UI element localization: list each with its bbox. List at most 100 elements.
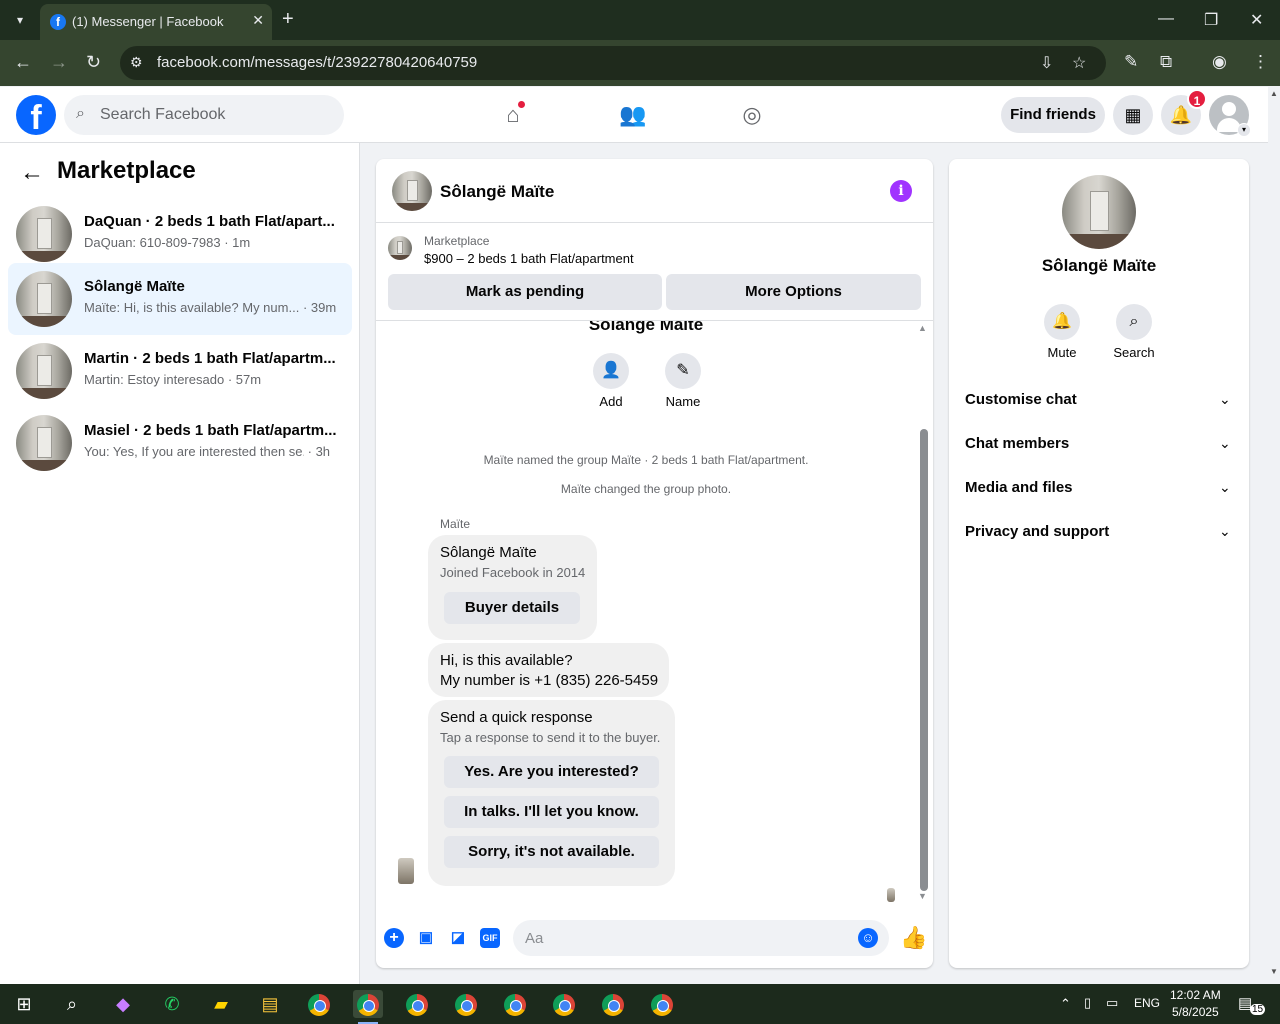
section-title: Customise chat [965,391,1077,408]
chrome-icon-active[interactable] [353,990,383,1024]
window-close-icon[interactable]: ✕ [1250,10,1263,30]
back-icon[interactable]: ← [14,52,32,73]
quick-response-button[interactable]: Yes. Are you interested? [444,756,659,788]
page-scroll-up-icon[interactable]: ▲ [1270,89,1278,98]
search-icon[interactable]: ⌕ [1116,304,1152,340]
tab-close-icon[interactable]: ✕ [252,12,264,29]
chrome-icon[interactable] [647,990,677,1018]
chrome-menu-icon[interactable]: ⋮ [1252,52,1269,72]
message-input-wrapper[interactable]: ☺ [513,920,889,956]
sticky-notes-icon[interactable]: ▰ [206,990,236,1018]
plus-icon[interactable]: + [384,928,404,948]
section-media-and-files[interactable]: Media and files ⌄ [949,467,1249,511]
tab-search-icon[interactable]: ▾ [8,8,32,32]
emoji-icon[interactable]: ☺ [858,928,878,948]
chrome-icon[interactable] [304,990,334,1018]
facebook-logo-icon[interactable]: f [16,95,56,137]
windows-start-icon[interactable]: ⊞ [9,990,39,1018]
mute-bell-icon[interactable]: 🔔 [1044,304,1080,340]
profile-photo[interactable] [1062,175,1136,249]
browser-tab[interactable]: f (1) Messenger | Facebook ✕ [40,4,272,40]
conversation-item-active[interactable]: Sôlangë Maïte Maïte: Hi, is this availab… [8,263,352,335]
reload-icon[interactable]: ↻ [86,52,101,73]
system-message: Maïte changed the group photo. [560,482,732,496]
clock-time[interactable]: 12:02 AM [1170,988,1221,1002]
copilot-icon[interactable]: ◆ [108,990,138,1018]
add-label: Add [599,394,623,409]
extensions-icon[interactable]: ⧉ [1160,52,1172,72]
menu-grid-icon[interactable]: ▦ [1113,95,1153,135]
install-app-icon[interactable]: ⇩ [1040,53,1053,73]
restore-icon[interactable]: ❐ [1204,10,1218,30]
new-tab-icon[interactable]: + [282,8,294,30]
scrollbar-thumb[interactable] [920,429,928,891]
chrome-icon[interactable] [549,990,579,1018]
language-indicator[interactable]: ENG [1134,996,1160,1010]
buyer-details-button[interactable]: Buyer details [444,592,580,624]
file-explorer-icon[interactable]: ▤ [255,990,285,1018]
listing-price[interactable]: $900 – 2 beds 1 bath Flat/apartment [424,251,634,266]
info-icon[interactable]: i [890,180,912,202]
search-input[interactable] [100,95,330,135]
chrome-icon[interactable] [598,990,628,1018]
forward-icon[interactable]: → [50,52,68,73]
thread-scrollbar[interactable]: ▲ ▼ [917,323,931,903]
scroll-down-icon[interactable]: ▼ [918,891,927,901]
conversation-name: DaQuan · 2 beds 1 bath Flat/apart... [84,213,335,230]
conversation-item[interactable]: DaQuan · 2 beds 1 bath Flat/apart... DaQ… [8,198,352,270]
edit-pencil-icon[interactable]: ✎ [665,353,701,389]
add-person-icon[interactable]: 👤 [593,353,629,389]
bookmark-star-icon[interactable]: ☆ [1072,53,1086,73]
home-icon[interactable]: ⌂ [497,99,529,131]
minimize-icon[interactable]: — [1158,10,1174,28]
message-thread[interactable]: Sôlangë Maïte 👤 Add ✎ Name Maïte named t… [376,321,933,906]
conversation-time: · 57m [227,372,262,387]
quick-response-button[interactable]: In talks. I'll let you know. [444,796,659,828]
chat-title[interactable]: Sôlangë Maïte [440,182,554,202]
account-avatar[interactable]: ▾ [1209,95,1251,137]
notifications-icon[interactable]: 🔔 1 [1161,89,1207,135]
sticker-icon[interactable]: ◪ [448,928,468,948]
section-customise-chat[interactable]: Customise chat ⌄ [949,379,1249,423]
listing-thumbnail [16,415,72,471]
quick-response-button[interactable]: Sorry, it's not available. [444,836,659,868]
whatsapp-icon[interactable]: ✆ [157,990,187,1018]
listing-thumbnail[interactable] [388,236,412,260]
site-info-icon[interactable]: ⚙ [130,54,143,71]
page-title: Marketplace [57,157,196,184]
back-arrow-icon[interactable]: ← [20,159,44,187]
profile-icon[interactable]: ◉ [1212,52,1227,72]
chrome-icon[interactable] [500,990,530,1018]
conversation-item[interactable]: Masiel · 2 beds 1 bath Flat/apartm... Yo… [8,407,352,479]
mark-as-pending-button[interactable]: Mark as pending [388,274,662,310]
section-privacy-and-support[interactable]: Privacy and support ⌄ [949,511,1249,555]
thumbs-up-icon[interactable]: 👍 [900,925,927,951]
clock-date[interactable]: 5/8/2025 [1172,1005,1219,1019]
more-options-button[interactable]: More Options [666,274,921,310]
listing-thumbnail [16,271,72,327]
windows-taskbar: ⊞ ⌕ ◆ ✆ ▰ ▤ ⌃ ▯ ▭ ENG 12:02 AM 5/8/2025 … [0,984,1280,1024]
tray-device-icon[interactable]: ▯ [1084,995,1091,1011]
pen-icon[interactable]: ✎ [1124,52,1138,72]
chevron-down-icon: ⌄ [1219,479,1231,495]
address-bar[interactable]: ⚙ facebook.com/messages/t/23922780420640… [120,46,1106,80]
section-chat-members[interactable]: Chat members ⌄ [949,423,1249,467]
find-friends-button[interactable]: Find friends [1001,97,1105,133]
scroll-up-icon[interactable]: ▲ [918,323,927,333]
message-input[interactable] [525,920,845,956]
tray-chevron-up-icon[interactable]: ⌃ [1060,996,1071,1012]
page-scrollbar[interactable]: ▲ ▼ [1268,87,1280,984]
chat-avatar[interactable] [392,171,432,211]
photo-icon[interactable]: ▣ [416,928,436,948]
chrome-icon[interactable] [451,990,481,1018]
groups-icon[interactable]: ◎ [736,99,768,131]
network-icon[interactable]: ▭ [1106,995,1118,1011]
conversation-item[interactable]: Martin · 2 beds 1 bath Flat/apartm... Ma… [8,335,352,407]
taskbar-search-icon[interactable]: ⌕ [57,990,87,1018]
chrome-icon[interactable] [402,990,432,1018]
gif-icon[interactable]: GIF [480,928,500,948]
conversation-time: · 3h [307,444,331,459]
page-scroll-down-icon[interactable]: ▼ [1270,967,1278,976]
facebook-search[interactable]: ⌕ [64,95,344,135]
friends-icon[interactable]: 👥 [617,99,649,131]
